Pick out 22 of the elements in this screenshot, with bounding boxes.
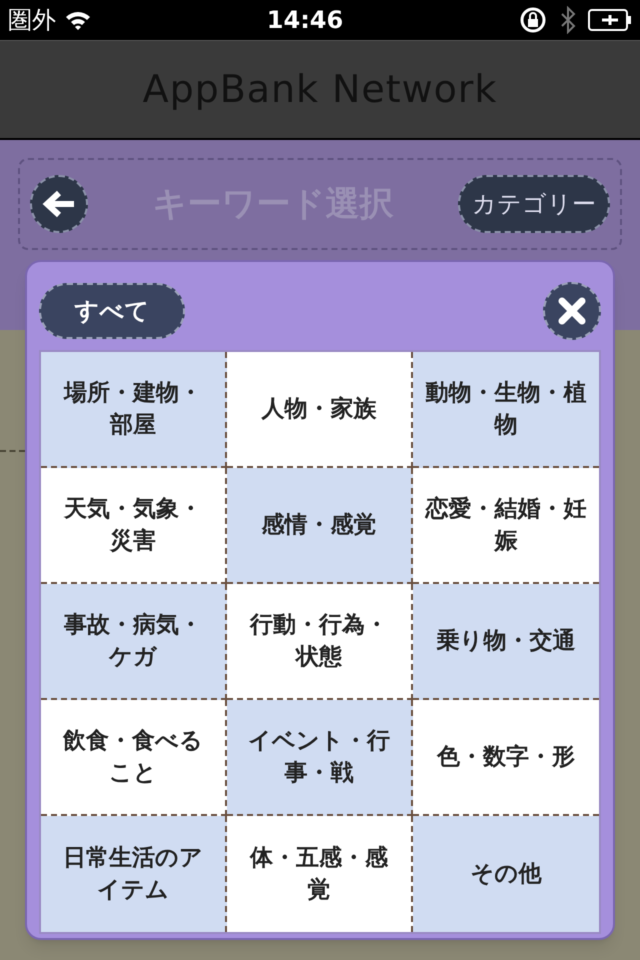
category-cell[interactable]: 動物・生物・植物: [413, 352, 599, 468]
category-cell[interactable]: 人物・家族: [227, 352, 413, 468]
category-cell[interactable]: 事故・病気・ケガ: [41, 584, 227, 700]
category-cell[interactable]: その他: [413, 816, 599, 932]
wifi-icon: [64, 9, 92, 31]
category-cell[interactable]: 飲食・食べること: [41, 700, 227, 816]
category-cell[interactable]: 乗り物・交通: [413, 584, 599, 700]
category-cell[interactable]: 天気・気象・災害: [41, 468, 227, 584]
back-arrow-icon: [42, 189, 76, 219]
category-cell[interactable]: イベント・行事・戦: [227, 700, 413, 816]
close-icon: [557, 296, 587, 326]
carrier-text: 圏外: [8, 5, 56, 36]
category-button[interactable]: カテゴリー: [458, 175, 610, 233]
category-cell[interactable]: 感情・感覚: [227, 468, 413, 584]
category-cell[interactable]: 日常生活のアイテム: [41, 816, 227, 932]
category-cell[interactable]: 場所・建物・部屋: [41, 352, 227, 468]
all-button[interactable]: すべて: [39, 283, 185, 339]
category-cell[interactable]: 行動・行為・状態: [227, 584, 413, 700]
bluetooth-icon: [560, 6, 576, 34]
time-text: 14:46: [266, 5, 344, 36]
battery-icon: [588, 9, 632, 31]
lock-rotation-icon: [518, 5, 548, 35]
